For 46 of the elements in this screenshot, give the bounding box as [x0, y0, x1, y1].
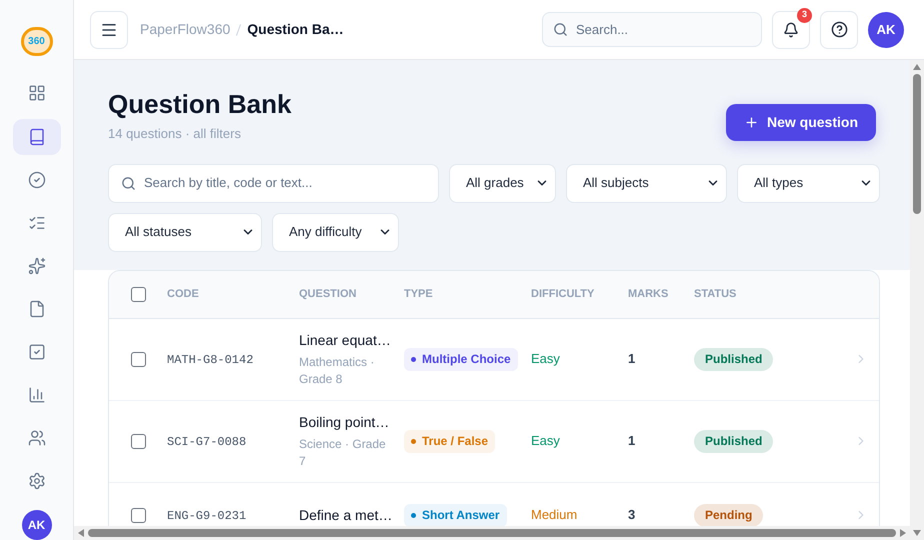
column-header: QUESTION: [299, 286, 358, 302]
column-header: MARKS: [628, 286, 670, 302]
user-avatar[interactable]: AK: [868, 12, 904, 48]
search-field[interactable]: Search...: [542, 12, 762, 47]
marks-value: 1: [628, 351, 636, 366]
breadcrumb-link[interactable]: Question Ba…: [247, 19, 344, 40]
status-badge: Published: [694, 348, 774, 370]
status-badge: Pending: [694, 504, 764, 526]
column-header: DIFFICULTY: [531, 286, 596, 302]
question-title: Define a met…: [299, 506, 394, 524]
question-code: ENG-G9-0231: [167, 509, 246, 523]
filter-dropdown[interactable]: Any difficulty: [272, 212, 399, 252]
question-meta: Mathematics · Grade 8: [299, 354, 376, 388]
filter-dropdown[interactable]: All subjects: [566, 164, 727, 202]
logo: 360: [20, 27, 52, 56]
table-row[interactable]: MATH-G8-0142 Linear equat… Mathematics · Grade 8 Multiple Choice Easy 1 Published: [109, 318, 879, 400]
type-badge: Multiple Choice: [404, 348, 518, 370]
marks-value: 3: [628, 507, 636, 522]
page-title: Question Bank: [108, 88, 292, 120]
question-title: Linear equat…: [299, 331, 392, 350]
difficulty-label: Easy: [531, 351, 560, 366]
column-header: TYPE: [404, 286, 434, 302]
column-header: STATUS: [694, 286, 738, 302]
filter-search-field[interactable]: Search by title, code or text...: [108, 164, 439, 202]
filter-dropdown[interactable]: All grades: [449, 164, 556, 202]
difficulty-label: Medium: [531, 507, 578, 522]
search-input[interactable]: Search...: [576, 20, 751, 40]
marks-value: 1: [628, 433, 636, 448]
table-row[interactable]: SCI-G7-0088 Boiling point… Science · Grade 7 True / False Easy 1 Published: [109, 400, 879, 482]
difficulty-label: Easy: [531, 433, 560, 448]
notification-badge: 3: [797, 8, 812, 22]
filter-dropdown[interactable]: All statuses: [108, 212, 262, 252]
question-meta: Science · Grade 7: [299, 436, 387, 470]
user-avatar[interactable]: AK: [22, 510, 52, 540]
filter-search-input[interactable]: Search by title, code or text...: [144, 173, 426, 193]
type-badge: True / False: [404, 430, 496, 452]
new-question-button[interactable]: New question: [726, 104, 876, 141]
filter-dropdown[interactable]: All types: [737, 164, 880, 202]
column-header: CODE: [167, 286, 200, 302]
status-badge: Published: [694, 430, 774, 452]
type-badge: Short Answer: [404, 504, 507, 526]
notifications-button[interactable]: 3: [772, 10, 810, 48]
question-code: MATH-G8-0142: [167, 353, 254, 367]
question-title: Boiling point…: [299, 413, 390, 432]
question-code: SCI-G7-0088: [167, 435, 246, 449]
page-subtitle: 14 questions · all filters: [108, 125, 242, 143]
